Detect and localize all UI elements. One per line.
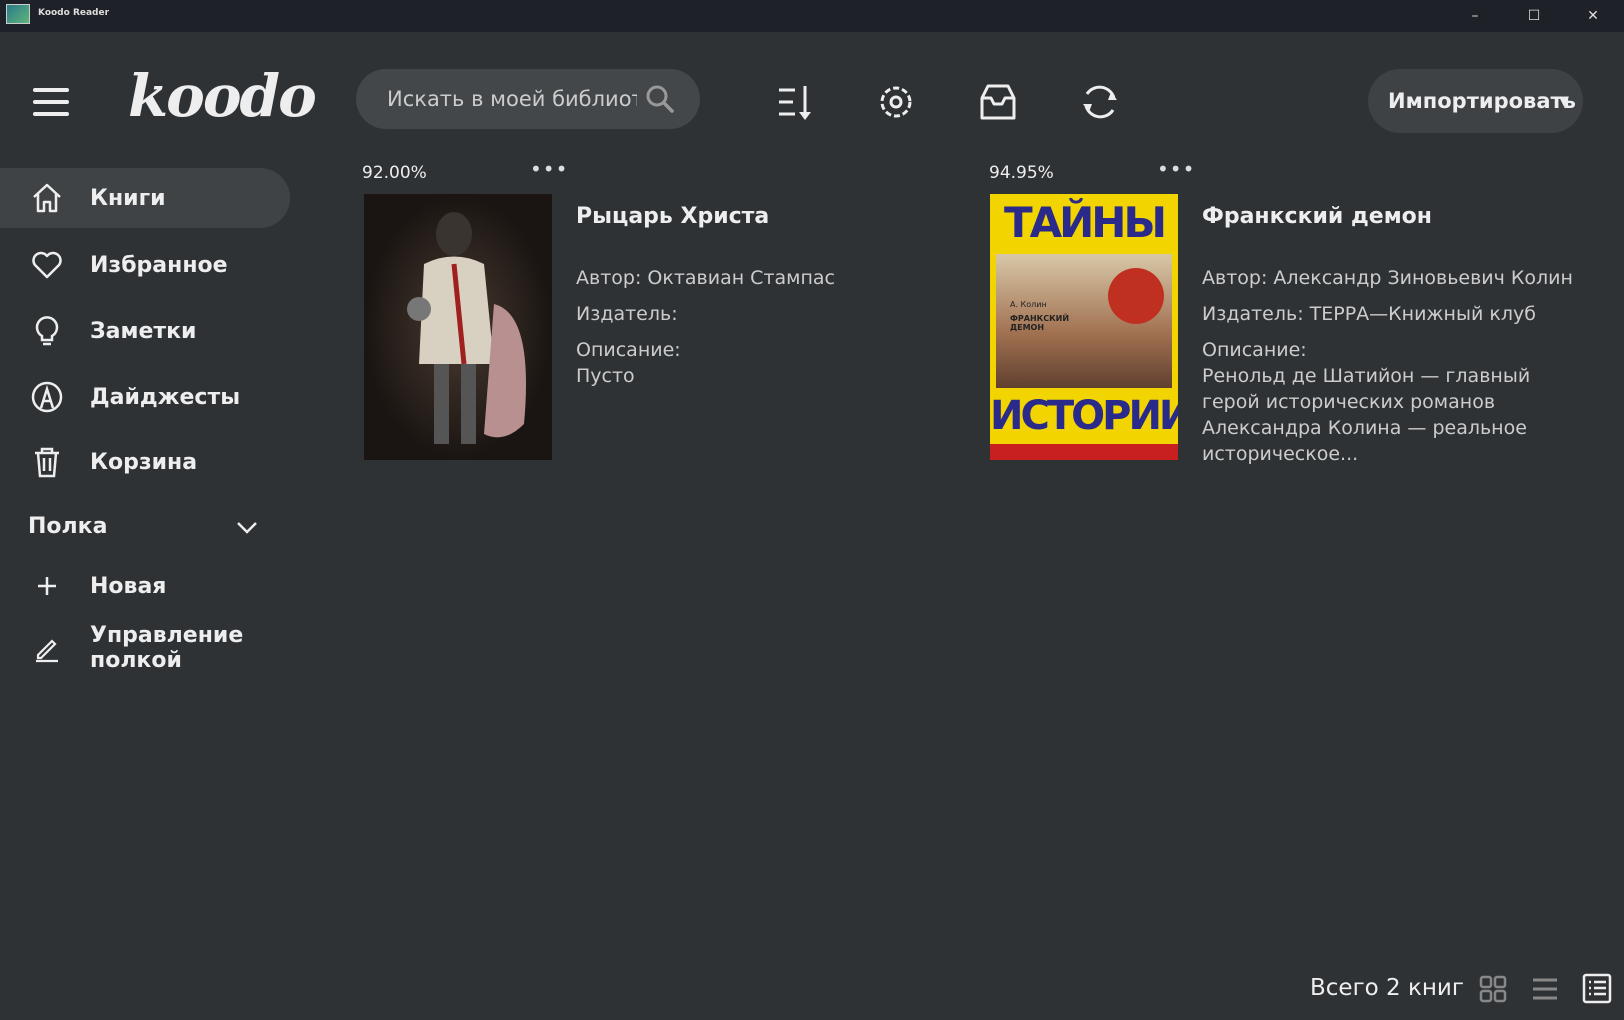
minimize-button[interactable]: – xyxy=(1452,0,1498,32)
search-icon[interactable] xyxy=(645,84,675,114)
sidebar-item-notes[interactable]: Заметки xyxy=(0,301,290,361)
book-description-label: Описание: xyxy=(576,339,681,361)
import-button[interactable]: Импортировать ▼ xyxy=(1368,69,1583,133)
cover-title-top: ТАЙНЫ xyxy=(990,194,1178,254)
lightbulb-icon xyxy=(35,316,59,346)
sidebar-item-label: Книги xyxy=(90,185,166,211)
cover-author: А. Колин xyxy=(1010,300,1047,309)
book-title[interactable]: Рыцарь Христа xyxy=(576,204,769,229)
close-button[interactable]: ✕ xyxy=(1570,0,1616,32)
chevron-down-icon[interactable]: ▼ xyxy=(1559,94,1569,109)
progress-label: 94.95% xyxy=(989,163,1054,183)
chevron-down-icon[interactable] xyxy=(234,518,260,538)
sidebar-item-books[interactable]: Книги xyxy=(0,168,290,228)
menu-icon[interactable] xyxy=(32,86,70,118)
inbox-icon[interactable] xyxy=(976,80,1020,124)
list-view-icon[interactable] xyxy=(1530,974,1560,1004)
progress-label: 92.00% xyxy=(362,163,427,183)
book-count: Всего 2 книг xyxy=(1310,975,1464,1001)
book-description-label: Описание: xyxy=(1202,339,1307,361)
sidebar-item-label: Заметки xyxy=(90,318,197,344)
book-description: Ренольд де Шатийон — главный герой истор… xyxy=(1202,365,1531,465)
sidebar-item-favorites[interactable]: Избранное xyxy=(0,235,290,295)
new-shelf-label: Новая xyxy=(90,573,167,599)
grid-view-icon[interactable] xyxy=(1478,974,1508,1004)
maximize-button[interactable]: ☐ xyxy=(1511,0,1557,32)
manage-shelf-label: Управление полкой xyxy=(90,623,244,673)
book-publisher: Издатель: xyxy=(576,303,678,325)
book-description: Пусто xyxy=(576,365,635,387)
book-author: Автор: Александр Зиновьевич Колин xyxy=(1202,267,1573,289)
cover-band xyxy=(990,444,1178,460)
knight-illustration xyxy=(407,212,526,444)
search-box[interactable] xyxy=(356,69,700,129)
cover-illustration: А. Колин ФРАНКСКИЙ ДЕМОН xyxy=(996,254,1172,388)
cover-title-bottom: ИСТОРИИ xyxy=(990,393,1178,439)
sidebar-item-digests[interactable]: Дайджесты xyxy=(0,367,290,427)
manage-shelf-button[interactable]: Управление полкой xyxy=(0,620,290,676)
highlight-icon xyxy=(31,381,63,413)
home-icon xyxy=(33,183,61,213)
seal-icon xyxy=(1108,268,1164,324)
edit-icon xyxy=(36,639,58,663)
book-publisher: Издатель: ТЕРРА—Книжный клуб xyxy=(1202,303,1536,325)
settings-icon[interactable] xyxy=(874,80,918,124)
search-input[interactable] xyxy=(387,87,637,111)
sidebar-item-label: Дайджесты xyxy=(90,384,241,410)
import-label: Импортировать xyxy=(1388,89,1576,113)
sync-icon[interactable] xyxy=(1078,80,1122,124)
heart-icon xyxy=(32,251,62,279)
sidebar-item-label: Избранное xyxy=(90,252,228,278)
sidebar-item-label: Корзина xyxy=(90,449,198,475)
book-cover[interactable] xyxy=(364,194,552,460)
more-icon[interactable]: ••• xyxy=(530,157,568,181)
sidebar-item-trash[interactable]: Корзина xyxy=(0,432,290,492)
plus-icon xyxy=(38,577,56,595)
more-icon[interactable]: ••• xyxy=(1157,157,1195,181)
book-title[interactable]: Франкский демон xyxy=(1202,204,1432,229)
shelf-header[interactable]: Полка xyxy=(28,514,107,539)
book-cover[interactable]: ТАЙНЫ А. Колин ФРАНКСКИЙ ДЕМОН ИСТОРИИ xyxy=(990,194,1178,460)
app-icon xyxy=(6,4,30,24)
trash-icon xyxy=(35,447,59,478)
title-bar: Koodo Reader – ☐ ✕ xyxy=(0,0,1624,32)
book-author: Автор: Октавиан Стампас xyxy=(576,267,836,289)
window-title: Koodo Reader xyxy=(38,8,110,18)
sort-icon[interactable] xyxy=(773,80,817,124)
new-shelf-button[interactable]: Новая xyxy=(0,556,290,616)
detail-view-icon[interactable] xyxy=(1582,973,1612,1005)
logo: koodo xyxy=(128,62,317,130)
cover-book-title: ФРАНКСКИЙ ДЕМОН xyxy=(1010,314,1070,332)
